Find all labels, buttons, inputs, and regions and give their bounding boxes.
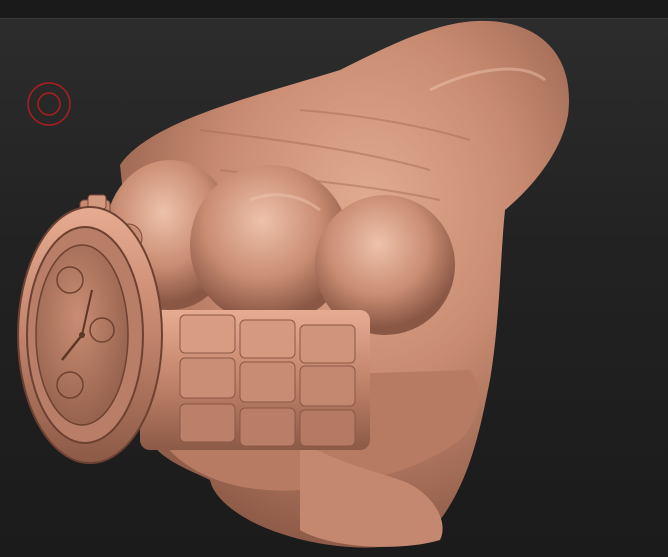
- watch-case: [17, 194, 163, 464]
- sculpt-viewport[interactable]: [0, 0, 668, 557]
- brush-cursor-icon[interactable]: [26, 81, 72, 127]
- watch-bracelet: [140, 310, 370, 450]
- sculpted-fist-with-watch[interactable]: [0, 0, 668, 557]
